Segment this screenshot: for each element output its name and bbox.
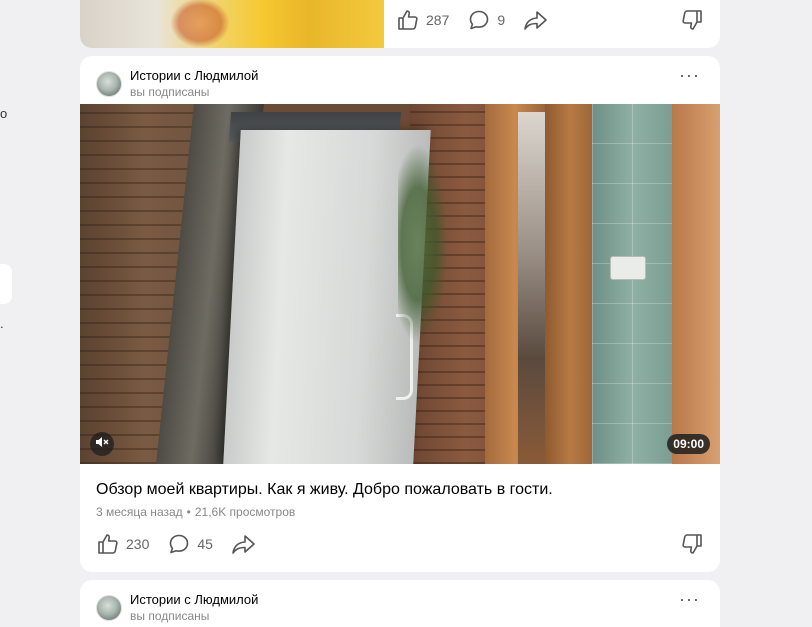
dislike-icon xyxy=(680,10,704,36)
comment-icon xyxy=(167,532,191,556)
previous-post-thumbnail[interactable] xyxy=(80,0,384,48)
avatar[interactable] xyxy=(96,595,122,621)
share-button[interactable] xyxy=(523,8,549,32)
video-frame-right xyxy=(672,104,720,464)
dislike-icon xyxy=(680,534,704,560)
meta-separator: • xyxy=(186,505,191,519)
like-count: 230 xyxy=(126,536,150,552)
video-frame-plant xyxy=(398,144,448,344)
channel-name[interactable]: Истории с Людмилой xyxy=(130,592,258,608)
comment-count: 9 xyxy=(497,12,506,28)
video-frame-switch xyxy=(610,256,646,280)
like-button[interactable]: 287 xyxy=(396,8,449,32)
view-count: 21,6K просмотров xyxy=(194,505,296,519)
channel-name[interactable]: Истории с Людмилой xyxy=(130,68,258,84)
sidebar-item[interactable] xyxy=(0,264,12,304)
feed-page: о . 287 9 Истории с Людмилой вы подписан… xyxy=(0,0,812,627)
comment-button[interactable]: 9 xyxy=(467,8,505,32)
comment-icon xyxy=(467,8,491,32)
more-icon[interactable]: ··· xyxy=(679,66,700,84)
dislike-button[interactable] xyxy=(680,532,704,561)
previous-post-actions: 287 9 xyxy=(396,8,567,32)
channel-header[interactable]: Истории с Людмилой вы подписаны xyxy=(96,68,258,100)
post-actions: 230 45 xyxy=(96,532,275,556)
mute-icon xyxy=(95,435,109,454)
share-icon xyxy=(231,532,257,556)
dislike-button[interactable] xyxy=(680,8,704,37)
sidebar-fragment[interactable]: о xyxy=(0,106,7,121)
sidebar-fragment[interactable]: . xyxy=(0,316,4,331)
video-frame-tiles xyxy=(592,104,674,464)
subscription-status: вы подписаны xyxy=(130,609,210,623)
post-card: Истории с Людмилой вы подписаны ··· 09:0… xyxy=(80,56,720,572)
comment-button[interactable]: 45 xyxy=(167,532,213,556)
next-post-card: Истории с Людмилой вы подписаны ··· xyxy=(80,580,720,627)
post-title[interactable]: Обзор моей квартиры. Как я живу. Добро п… xyxy=(96,480,696,500)
subscription-status: вы подписаны xyxy=(130,85,210,99)
mute-button[interactable] xyxy=(90,432,114,456)
like-icon xyxy=(396,8,420,32)
previous-post-card: 287 9 xyxy=(80,0,720,48)
publish-date: 3 месяца назад xyxy=(96,505,183,519)
share-icon xyxy=(523,8,549,32)
video-frame-door xyxy=(545,104,595,464)
video-duration: 09:00 xyxy=(667,434,710,454)
post-meta: 3 месяца назад • 21,6K просмотров xyxy=(96,504,295,520)
share-button[interactable] xyxy=(231,532,257,556)
like-button[interactable]: 230 xyxy=(96,532,149,556)
comment-count: 45 xyxy=(197,536,213,552)
avatar[interactable] xyxy=(96,71,122,97)
like-count: 287 xyxy=(426,12,450,28)
video-player[interactable]: 09:00 xyxy=(80,104,720,464)
more-icon[interactable]: ··· xyxy=(679,590,700,608)
like-icon xyxy=(96,532,120,556)
channel-header[interactable]: Истории с Людмилой вы подписаны xyxy=(96,592,258,624)
